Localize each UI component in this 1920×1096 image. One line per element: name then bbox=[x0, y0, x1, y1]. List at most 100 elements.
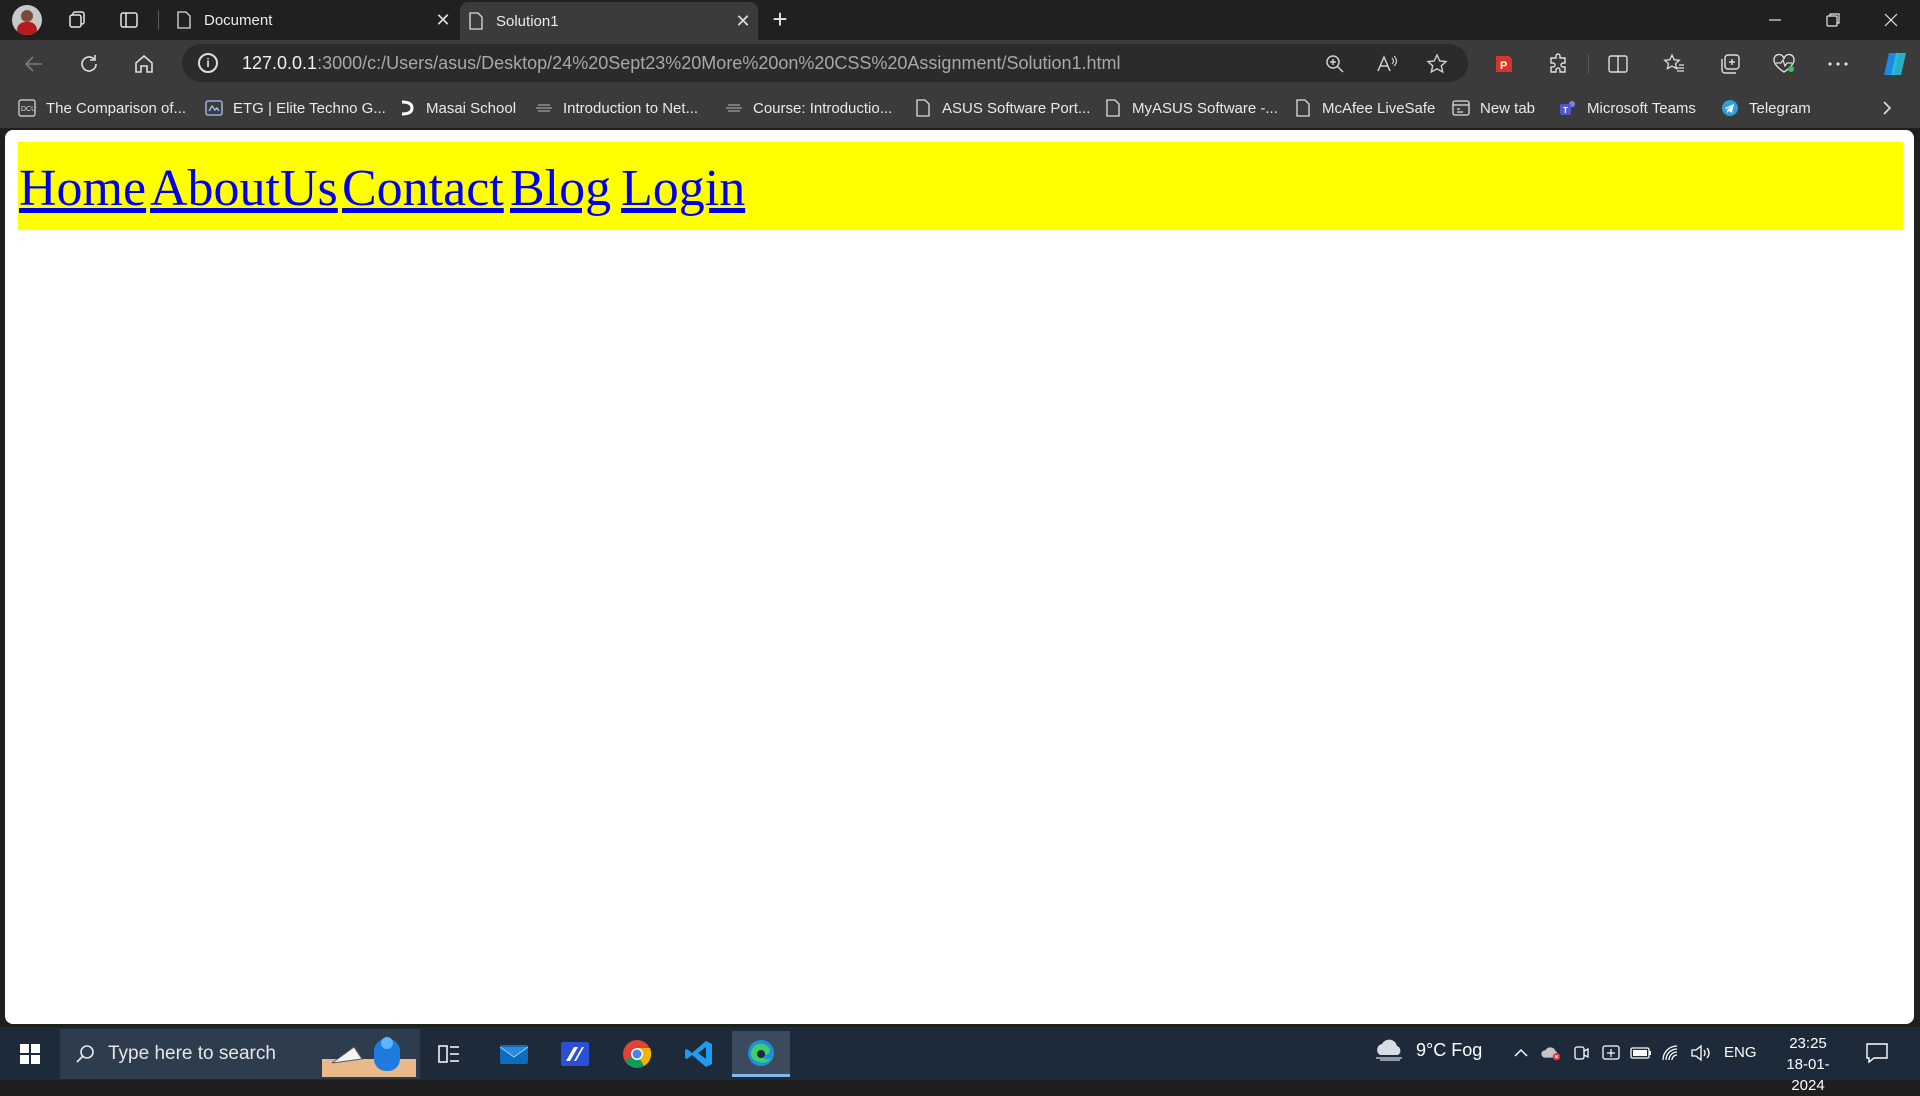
page-navbar: Home AboutUs Contact Blog Login bbox=[18, 142, 1903, 230]
nav-link-blog[interactable]: Blog bbox=[510, 159, 611, 218]
close-tab-icon[interactable]: ✕ bbox=[728, 11, 758, 32]
bookmark-item[interactable]: Telegram bbox=[1721, 97, 1811, 119]
nav-link-contact[interactable]: Contact bbox=[342, 159, 504, 218]
address-bar[interactable]: i 127.0.0.1:3000/c:/Users/asus/Desktop/2… bbox=[182, 44, 1468, 82]
bookmark-item[interactable]: Masai School bbox=[398, 97, 516, 119]
workspaces-icon[interactable] bbox=[66, 9, 88, 31]
bookmark-label: New tab bbox=[1480, 99, 1536, 117]
tab-title: Solution1 bbox=[496, 12, 559, 30]
bookmark-item[interactable]: ASUS Software Port... bbox=[914, 97, 1090, 119]
home-icon[interactable] bbox=[130, 50, 158, 78]
svg-text:T: T bbox=[1563, 106, 1568, 115]
tab-solution1[interactable]: Solution1 ✕ bbox=[460, 2, 758, 40]
search-highlight-art-icon bbox=[322, 1037, 416, 1077]
etg-icon bbox=[205, 99, 223, 117]
split-screen-icon[interactable] bbox=[1606, 52, 1630, 76]
bookmark-item[interactable]: MyASUS Software -... bbox=[1104, 97, 1278, 119]
page-viewport: Home AboutUs Contact Blog Login bbox=[5, 130, 1914, 1024]
bookmark-label: Course: Introductio... bbox=[753, 99, 893, 117]
device-sync-icon[interactable] bbox=[1600, 1042, 1622, 1064]
bookmark-label: ASUS Software Port... bbox=[942, 99, 1091, 117]
page-icon bbox=[177, 11, 191, 29]
toolbar-separator bbox=[1588, 54, 1589, 74]
favorites-icon[interactable] bbox=[1662, 52, 1686, 76]
wifi-icon[interactable] bbox=[1660, 1042, 1682, 1064]
title-bar: Document ✕ Solution1 ✕ + bbox=[0, 0, 1920, 40]
page-icon bbox=[1294, 99, 1312, 117]
copilot-icon[interactable] bbox=[1880, 49, 1910, 79]
bookmark-item[interactable]: New tab bbox=[1452, 97, 1535, 119]
bookmark-item[interactable]: Course: Introductio... bbox=[725, 97, 892, 119]
profile-avatar[interactable] bbox=[12, 5, 42, 35]
course-icon bbox=[535, 99, 553, 117]
bookmark-label: The Comparison of... bbox=[46, 99, 187, 117]
minimize-button[interactable] bbox=[1746, 0, 1804, 40]
read-aloud-icon[interactable] bbox=[1376, 53, 1398, 75]
taskbar-search-box[interactable]: Type here to search bbox=[60, 1029, 420, 1079]
bookmark-item[interactable]: Introduction to Net... bbox=[535, 97, 698, 119]
page-icon bbox=[914, 99, 932, 117]
more-options-icon[interactable] bbox=[1826, 52, 1850, 76]
notifications-icon[interactable] bbox=[1864, 1041, 1890, 1065]
weather-text: 9°C Fog bbox=[1416, 1039, 1483, 1060]
restore-button[interactable] bbox=[1804, 0, 1862, 40]
close-window-button[interactable] bbox=[1862, 0, 1920, 40]
url-host: 127.0.0.1 bbox=[242, 53, 318, 73]
volume-icon[interactable] bbox=[1690, 1042, 1712, 1064]
back-icon[interactable] bbox=[20, 50, 48, 78]
bookmark-label: Telegram bbox=[1749, 99, 1811, 117]
onedrive-error-icon[interactable] bbox=[1540, 1042, 1562, 1064]
performance-heart-icon[interactable] bbox=[1772, 52, 1796, 76]
tab-actions-icon[interactable] bbox=[118, 9, 140, 31]
weather-widget[interactable]: 9°C Fog bbox=[1372, 1039, 1482, 1061]
bookmark-item[interactable]: McAfee LiveSafe bbox=[1294, 97, 1435, 119]
close-tab-icon[interactable]: ✕ bbox=[428, 10, 458, 31]
bookmark-item[interactable]: ETG | Elite Techno G... bbox=[205, 97, 386, 119]
favorite-star-icon[interactable] bbox=[1426, 53, 1448, 75]
page-icon bbox=[1104, 99, 1122, 117]
bookmark-item[interactable]: DCU The Comparison of... bbox=[18, 97, 186, 119]
task-view-icon[interactable] bbox=[420, 1031, 478, 1077]
edge-app-icon[interactable] bbox=[732, 1031, 790, 1077]
show-hidden-icons-chevron-icon[interactable] bbox=[1510, 1042, 1532, 1064]
masai-icon bbox=[398, 99, 416, 117]
search-icon bbox=[76, 1045, 94, 1063]
extension-p-icon[interactable]: P bbox=[1492, 52, 1516, 76]
windows-taskbar: Type here to search 9°C Fog ENG 23:25 18… bbox=[0, 1027, 1920, 1094]
input-language[interactable]: ENG bbox=[1724, 1044, 1757, 1061]
url-text[interactable]: 127.0.0.1:3000/c:/Users/asus/Desktop/24%… bbox=[242, 53, 1121, 74]
tab-separator bbox=[158, 10, 159, 30]
url-path: :3000/c:/Users/asus/Desktop/24%20Sept23%… bbox=[317, 53, 1121, 73]
tab-document[interactable]: Document ✕ bbox=[168, 0, 458, 40]
page-icon bbox=[469, 12, 483, 30]
battery-icon[interactable] bbox=[1630, 1042, 1652, 1064]
more-bookmarks-chevron-icon[interactable] bbox=[1880, 97, 1894, 119]
collections-icon[interactable] bbox=[1718, 52, 1742, 76]
search-placeholder: Type here to search bbox=[108, 1043, 276, 1064]
zoom-icon[interactable] bbox=[1324, 53, 1346, 75]
tab-title: Document bbox=[204, 11, 273, 29]
bookmark-item[interactable]: T Microsoft Teams bbox=[1559, 97, 1696, 119]
meet-now-icon[interactable] bbox=[1570, 1042, 1592, 1064]
powerautomate-app-icon[interactable] bbox=[546, 1031, 604, 1077]
browser-toolbar: i 127.0.0.1:3000/c:/Users/asus/Desktop/2… bbox=[0, 40, 1920, 87]
refresh-icon[interactable] bbox=[75, 50, 103, 78]
mail-app-icon[interactable] bbox=[485, 1031, 543, 1077]
bookmark-label: McAfee LiveSafe bbox=[1322, 99, 1436, 117]
windows-start-icon[interactable] bbox=[10, 1037, 50, 1071]
chrome-app-icon[interactable] bbox=[608, 1031, 666, 1077]
new-tab-button[interactable]: + bbox=[766, 6, 794, 34]
bookmark-label: Microsoft Teams bbox=[1587, 99, 1696, 117]
telegram-icon bbox=[1721, 99, 1739, 117]
nav-link-login[interactable]: Login bbox=[621, 159, 745, 218]
teams-icon: T bbox=[1559, 99, 1577, 117]
nav-link-home[interactable]: Home bbox=[19, 159, 146, 218]
clock-time: 23:25 bbox=[1789, 1035, 1827, 1052]
bookmark-label: Masai School bbox=[426, 99, 517, 117]
nav-link-aboutus[interactable]: AboutUs bbox=[150, 159, 338, 218]
site-info-icon[interactable]: i bbox=[198, 53, 218, 73]
taskbar-clock[interactable]: 23:25 18-01-2024 bbox=[1770, 1033, 1846, 1096]
vscode-app-icon[interactable] bbox=[670, 1031, 728, 1077]
clock-date: 18-01-2024 bbox=[1786, 1056, 1830, 1094]
extensions-icon[interactable] bbox=[1546, 52, 1570, 76]
